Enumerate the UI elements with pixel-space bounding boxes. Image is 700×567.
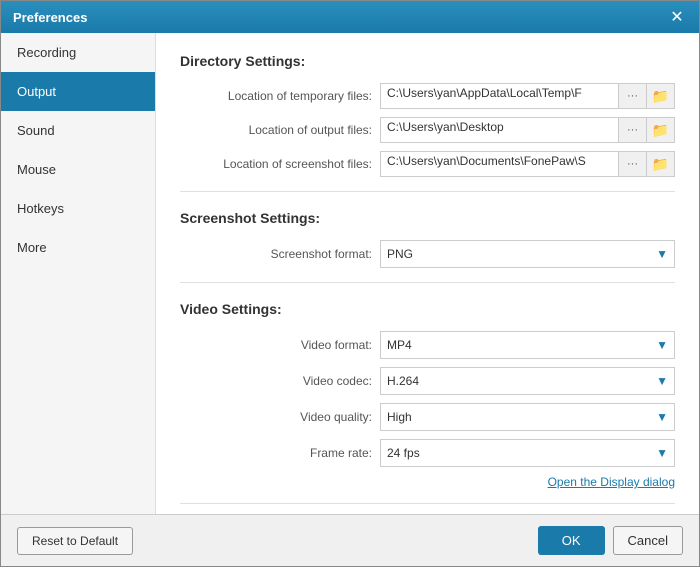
screenshot-format-dropdown[interactable]: PNG ▼ bbox=[380, 240, 675, 268]
frame-rate-value: 24 fps bbox=[387, 446, 420, 460]
output-files-row: Location of output files: C:\Users\yan\D… bbox=[180, 117, 675, 143]
frame-rate-dropdown[interactable]: 24 fps ▼ bbox=[380, 439, 675, 467]
close-button[interactable]: ✕ bbox=[667, 7, 687, 27]
video-quality-label: Video quality: bbox=[180, 410, 380, 424]
open-display-dialog-link[interactable]: Open the Display dialog bbox=[180, 475, 675, 489]
video-quality-dropdown[interactable]: High ▼ bbox=[380, 403, 675, 431]
temp-files-row: Location of temporary files: C:\Users\ya… bbox=[180, 83, 675, 109]
screenshot-format-arrow-icon: ▼ bbox=[656, 247, 668, 261]
temp-files-ellipsis-button[interactable]: ··· bbox=[619, 83, 647, 109]
ok-button[interactable]: OK bbox=[538, 526, 605, 555]
video-codec-row: Video codec: H.264 ▼ bbox=[180, 367, 675, 395]
reset-to-default-button[interactable]: Reset to Default bbox=[17, 527, 133, 555]
dialog-title: Preferences bbox=[13, 10, 87, 25]
video-codec-dropdown[interactable]: H.264 ▼ bbox=[380, 367, 675, 395]
video-format-arrow-icon: ▼ bbox=[656, 338, 668, 352]
screenshot-files-ellipsis-button[interactable]: ··· bbox=[619, 151, 647, 177]
screenshot-format-row: Screenshot format: PNG ▼ bbox=[180, 240, 675, 268]
dialog-action-buttons: OK Cancel bbox=[538, 526, 683, 555]
video-codec-value: H.264 bbox=[387, 374, 419, 388]
video-format-value: MP4 bbox=[387, 338, 412, 352]
video-settings-title: Video Settings: bbox=[180, 301, 675, 317]
sidebar-item-sound[interactable]: Sound bbox=[1, 111, 155, 150]
screenshot-files-folder-button[interactable]: 📁 bbox=[647, 151, 675, 177]
frame-rate-label: Frame rate: bbox=[180, 446, 380, 460]
output-files-input-group: C:\Users\yan\Desktop ··· 📁 bbox=[380, 117, 675, 143]
divider-1 bbox=[180, 191, 675, 192]
screenshot-format-label: Screenshot format: bbox=[180, 247, 380, 261]
video-codec-arrow-icon: ▼ bbox=[656, 374, 668, 388]
output-files-folder-button[interactable]: 📁 bbox=[647, 117, 675, 143]
sidebar-item-mouse[interactable]: Mouse bbox=[1, 150, 155, 189]
main-panel: Directory Settings: Location of temporar… bbox=[156, 33, 699, 514]
screenshot-files-row: Location of screenshot files: C:\Users\y… bbox=[180, 151, 675, 177]
dialog-content: Recording Output Sound Mouse Hotkeys Mor… bbox=[1, 33, 699, 514]
screenshot-files-input-group: C:\Users\yan\Documents\FonePaw\S ··· 📁 bbox=[380, 151, 675, 177]
video-quality-value: High bbox=[387, 410, 412, 424]
sidebar-item-recording[interactable]: Recording bbox=[1, 33, 155, 72]
sidebar-item-hotkeys[interactable]: Hotkeys bbox=[1, 189, 155, 228]
temp-files-folder-button[interactable]: 📁 bbox=[647, 83, 675, 109]
sidebar: Recording Output Sound Mouse Hotkeys Mor… bbox=[1, 33, 156, 514]
output-files-input[interactable]: C:\Users\yan\Desktop bbox=[380, 117, 619, 143]
screenshot-format-value: PNG bbox=[387, 247, 413, 261]
video-quality-arrow-icon: ▼ bbox=[656, 410, 668, 424]
temp-files-input[interactable]: C:\Users\yan\AppData\Local\Temp\F bbox=[380, 83, 619, 109]
video-format-label: Video format: bbox=[180, 338, 380, 352]
bottom-bar: Reset to Default OK Cancel bbox=[1, 514, 699, 566]
video-format-row: Video format: MP4 ▼ bbox=[180, 331, 675, 359]
divider-2 bbox=[180, 282, 675, 283]
cancel-button[interactable]: Cancel bbox=[613, 526, 683, 555]
frame-rate-row: Frame rate: 24 fps ▼ bbox=[180, 439, 675, 467]
video-codec-label: Video codec: bbox=[180, 374, 380, 388]
directory-settings-title: Directory Settings: bbox=[180, 53, 675, 69]
frame-rate-arrow-icon: ▼ bbox=[656, 446, 668, 460]
output-files-ellipsis-button[interactable]: ··· bbox=[619, 117, 647, 143]
screenshot-files-input[interactable]: C:\Users\yan\Documents\FonePaw\S bbox=[380, 151, 619, 177]
sidebar-item-more[interactable]: More bbox=[1, 228, 155, 267]
output-files-label: Location of output files: bbox=[180, 123, 380, 137]
screenshot-files-label: Location of screenshot files: bbox=[180, 157, 380, 171]
title-bar: Preferences ✕ bbox=[1, 1, 699, 33]
screenshot-settings-title: Screenshot Settings: bbox=[180, 210, 675, 226]
preferences-dialog: Preferences ✕ Recording Output Sound Mou… bbox=[0, 0, 700, 567]
divider-3 bbox=[180, 503, 675, 504]
video-quality-row: Video quality: High ▼ bbox=[180, 403, 675, 431]
temp-files-label: Location of temporary files: bbox=[180, 89, 380, 103]
temp-files-input-group: C:\Users\yan\AppData\Local\Temp\F ··· 📁 bbox=[380, 83, 675, 109]
sidebar-item-output[interactable]: Output bbox=[1, 72, 155, 111]
video-format-dropdown[interactable]: MP4 ▼ bbox=[380, 331, 675, 359]
